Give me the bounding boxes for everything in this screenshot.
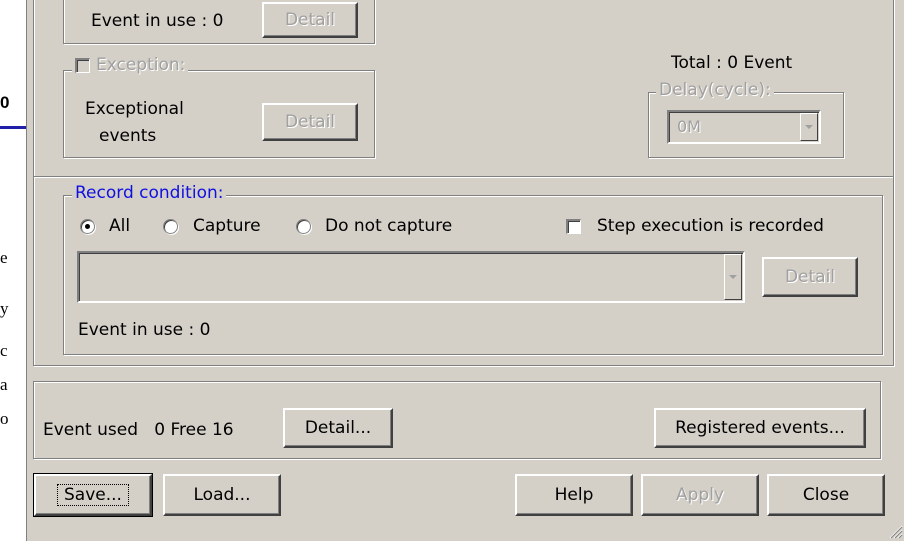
background-text-fragment: o [0, 409, 9, 428]
help-button[interactable]: Help [515, 474, 633, 516]
save-button[interactable]: Save... [33, 473, 153, 517]
radio-capture-label: Capture [193, 216, 261, 236]
exception-checkbox[interactable] [75, 57, 90, 73]
record-condition-legend: Record condition: [72, 183, 227, 203]
event-used-row: Event used 0 Free 16 [43, 419, 234, 441]
resize-grip-icon[interactable] [887, 523, 903, 539]
radio-do-not-capture[interactable] [296, 219, 311, 234]
exceptional-events-label-line1: Exceptional [85, 99, 184, 119]
background-text-fragment: a [0, 375, 8, 394]
exception-detail-button[interactable]: Detail [262, 103, 358, 141]
radio-all[interactable] [80, 219, 95, 234]
record-condition-combo[interactable] [77, 251, 745, 303]
radio-capture[interactable] [163, 219, 178, 234]
record-condition-detail-button[interactable]: Detail [762, 257, 858, 297]
main-separator [34, 176, 893, 177]
background-text-fragment: y [0, 299, 9, 318]
close-button[interactable]: Close [767, 474, 885, 516]
background-text-fragment: e [0, 248, 8, 267]
top-detail-button[interactable]: Detail [262, 2, 358, 38]
delay-selected-value: 0M [677, 117, 701, 136]
footer-detail-button[interactable]: Detail... [283, 408, 393, 448]
event-used-value: 0 [154, 420, 166, 440]
background-text-fragment: 0 [0, 93, 10, 112]
free-value: 16 [211, 420, 234, 440]
step-execution-label: Step execution is recorded [597, 216, 824, 236]
record-event-in-use-label: Event in use : 0 [78, 320, 211, 340]
exceptional-events-label-line2: events [99, 126, 157, 146]
free-label: Free [170, 420, 207, 440]
delay-legend: Delay(cycle): [656, 80, 774, 100]
delay-dropdown-arrow[interactable] [800, 113, 818, 141]
event-dialog: Event in use : 0 Detail Exception: Excep… [26, 0, 904, 541]
chevron-down-icon [805, 125, 813, 129]
total-events-label: Total : 0 Event [671, 53, 793, 73]
radio-selected-dot [85, 224, 90, 229]
top-event-in-use-label: Event in use : 0 [91, 11, 224, 31]
chevron-down-icon [729, 275, 737, 279]
registered-events-button[interactable]: Registered events... [654, 408, 866, 448]
record-condition-dropdown-arrow[interactable] [724, 254, 742, 300]
background-underline [0, 126, 26, 129]
background-text-fragment: c [0, 341, 8, 360]
radio-all-label: All [109, 216, 131, 236]
apply-button[interactable]: Apply [641, 474, 759, 516]
step-execution-checkbox[interactable] [566, 219, 581, 234]
delay-combo[interactable]: 0M [667, 110, 821, 144]
event-used-label: Event used [43, 420, 138, 440]
radio-do-not-capture-label: Do not capture [325, 216, 453, 236]
load-button[interactable]: Load... [163, 474, 281, 516]
exception-legend: Exception: [72, 55, 189, 75]
exception-legend-label: Exception: [96, 55, 186, 75]
